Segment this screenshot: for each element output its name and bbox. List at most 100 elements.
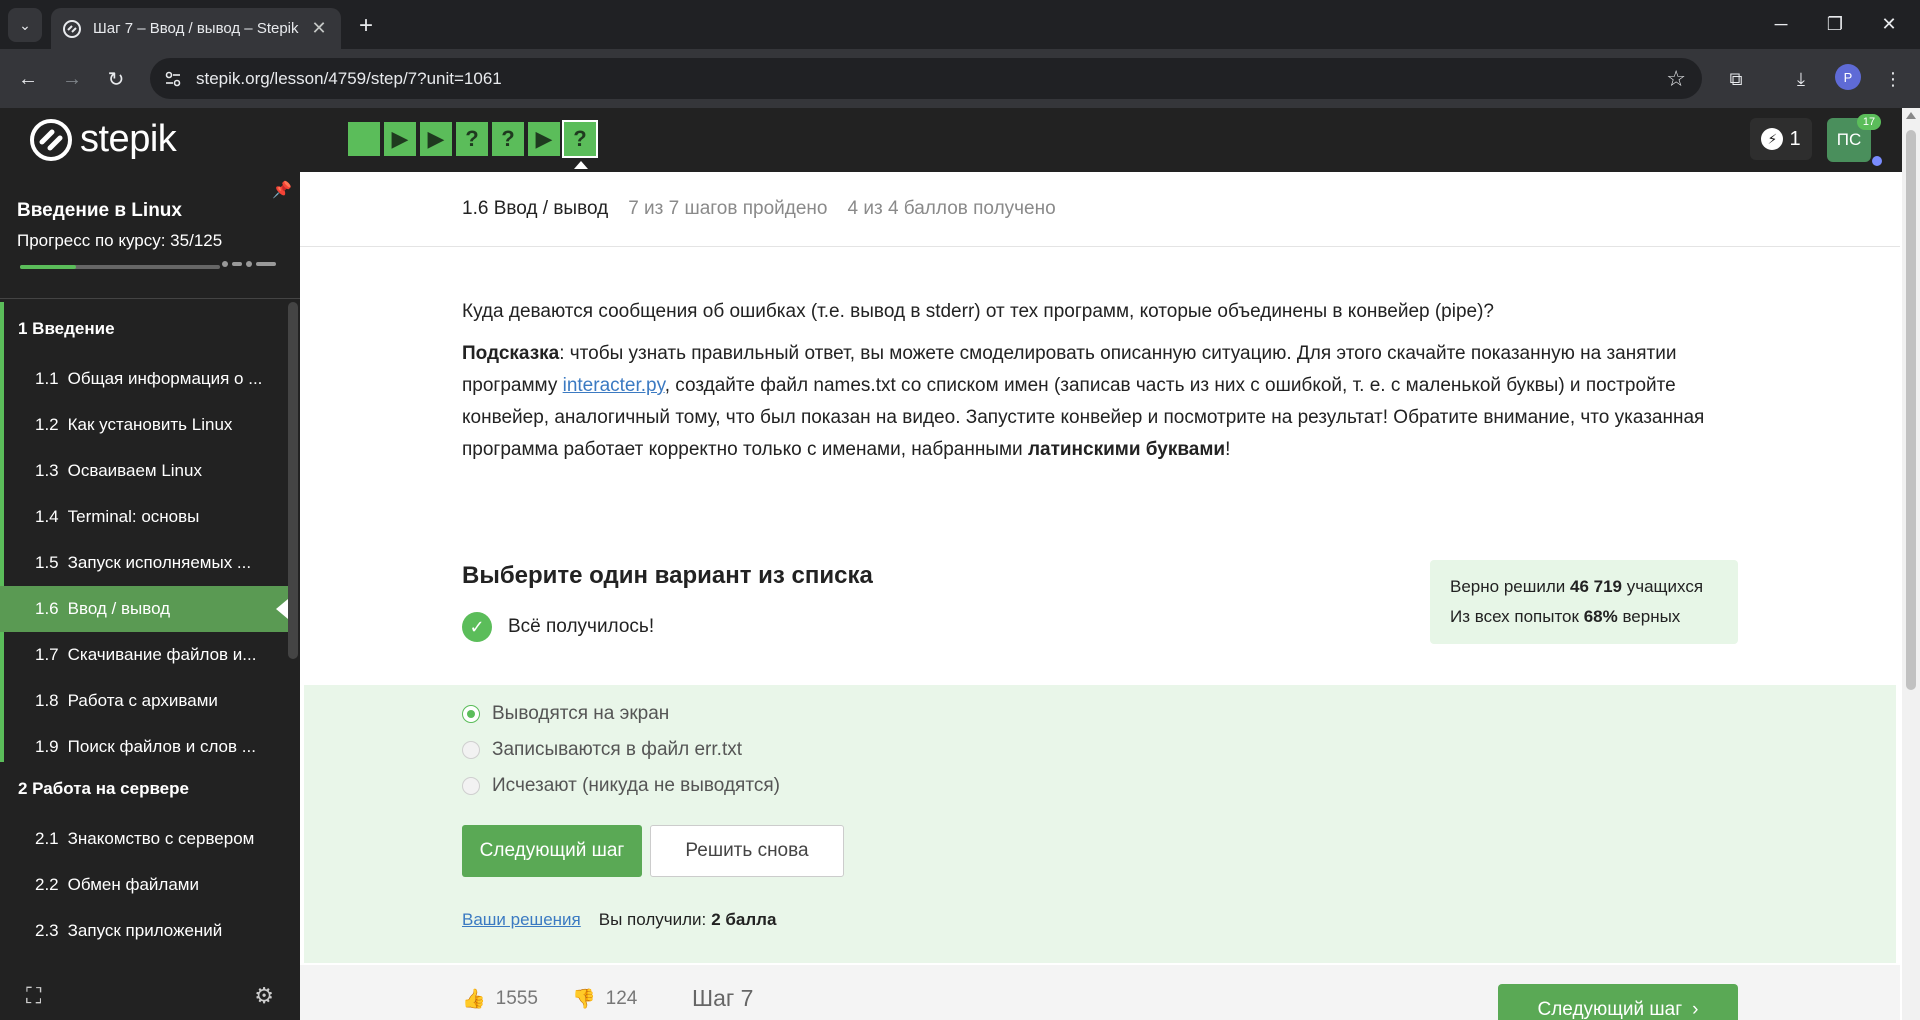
quiz-option[interactable]: Записываются в файл err.txt [462, 739, 742, 761]
dislikes-count: 124 [605, 988, 638, 1009]
retry-button[interactable]: Решить снова [650, 825, 844, 877]
hint-paragraph: Подсказка: чтобы узнать правильный ответ… [462, 338, 1752, 466]
pin-icon[interactable]: 📌 [272, 180, 292, 200]
download-icon[interactable]: ⤓ [1785, 63, 1817, 95]
course-title[interactable]: Введение в Linux [17, 200, 182, 222]
quiz-option[interactable]: Выводятся на экран [462, 703, 669, 725]
sidebar-lesson-item[interactable]: 1.7 Скачивание файлов и... [0, 632, 288, 678]
lesson-header: 1.6 Ввод / вывод 7 из 7 шагов пройдено 4… [300, 172, 1900, 247]
sidebar-footer: ⛶ ⚙ [0, 972, 300, 1020]
restore-button[interactable]: ❐ [1808, 0, 1862, 49]
energy-value: 1 [1789, 127, 1801, 150]
step-quiz-button[interactable]: ? [492, 122, 524, 156]
lesson-number: 2.1 [35, 829, 59, 848]
sidebar-lesson-item[interactable]: 1.2 Как установить Linux [0, 402, 288, 448]
solutions-row: Ваши решения Вы получили: 2 балла [462, 910, 776, 930]
thumbs-up-icon[interactable]: 👍 [462, 987, 486, 1011]
browser-menu-icon[interactable]: ⋮ [1877, 63, 1909, 95]
step-footer: 👍 1555 👎 124 Шаг 7 Следующий шаг › [300, 965, 1900, 1020]
address-bar[interactable]: stepik.org/lesson/4759/step/7?unit=1061 … [150, 58, 1702, 99]
lesson-title: Скачивание файлов и... [67, 645, 257, 664]
radio-button[interactable] [462, 705, 480, 723]
step-video-button[interactable]: ▶ [528, 122, 560, 156]
close-window-button[interactable]: ✕ [1862, 0, 1916, 49]
sidebar-lesson-item[interactable]: 1.8 Работа с архивами [0, 678, 288, 724]
step-video-button[interactable] [348, 122, 380, 156]
answer-block: Выводятся на экран Записываются в файл er… [304, 685, 1896, 963]
module-title[interactable]: 2 Работа на сервере [0, 762, 288, 816]
step-video-button[interactable]: ▶ [384, 122, 416, 156]
step-label: Шаг 7 [692, 985, 754, 1011]
extensions-icon[interactable]: ⧉ [1720, 63, 1752, 95]
quiz-option[interactable]: Исчезают (никуда не выводятся) [462, 775, 780, 797]
scroll-up-icon[interactable] [1906, 112, 1916, 119]
score-value: 2 балла [711, 910, 777, 929]
lesson-number: 1.8 [35, 691, 59, 710]
thumbs-down-icon[interactable]: 👎 [572, 987, 596, 1011]
sidebar-divider [0, 298, 300, 299]
step-quiz-button[interactable]: ? [562, 120, 598, 169]
lesson-number: 1.6 [35, 599, 59, 618]
module-title[interactable]: 1 Введение [0, 302, 288, 356]
lesson-number: 1.4 [35, 507, 59, 526]
your-solutions-link[interactable]: Ваши решения [462, 910, 581, 930]
lesson-title: Terminal: основы [67, 507, 200, 526]
lesson-number: 2.3 [35, 921, 59, 940]
sidebar-lesson-item[interactable]: 2.3 Запуск приложений [0, 908, 288, 954]
footer-next-step-button[interactable]: Следующий шаг › [1498, 984, 1738, 1020]
sidebar-lesson-item[interactable]: 1.5 Запуск исполняемых ... [0, 540, 288, 586]
next-step-button[interactable]: Следующий шаг [462, 825, 642, 877]
progress-bar-tail [222, 261, 276, 267]
hint-label: Подсказка [462, 343, 560, 364]
profile-avatar[interactable]: P [1835, 64, 1861, 90]
energy-counter[interactable]: ⚡ 1 [1750, 118, 1812, 160]
radio-button[interactable] [462, 777, 480, 795]
lesson-name: 1.6 Ввод / вывод [462, 198, 609, 219]
sidebar-lesson-item[interactable]: 1.6 Ввод / вывод [0, 586, 288, 632]
lesson-number: 1.5 [35, 553, 59, 572]
sidebar-lesson-item[interactable]: 1.1 Общая информация о ... [0, 356, 288, 402]
accuracy-line: Из всех попыток 68% верных [1450, 607, 1681, 626]
reload-button[interactable]: ↻ [100, 63, 132, 95]
lesson-number: 1.9 [35, 737, 59, 756]
chevron-right-icon: › [1692, 999, 1699, 1020]
page-scrollbar-thumb[interactable] [1906, 130, 1916, 690]
new-tab-button[interactable]: + [350, 10, 382, 42]
sidebar-lesson-item[interactable]: 2.1 Знакомство с сервером [0, 816, 288, 862]
course-progress-text: Прогресс по курсу: 35/125 [17, 231, 223, 250]
forward-button[interactable]: → [56, 63, 88, 95]
tab-title: Шаг 7 – Ввод / вывод – Stepik [93, 20, 299, 37]
fullscreen-icon[interactable]: ⛶ [26, 983, 41, 1009]
tab-search-button[interactable]: ⌄ [8, 8, 42, 42]
module-1: 1 Введение 1.1 Общая информация о ... 1.2 К… [0, 302, 288, 770]
site-info-icon[interactable] [164, 70, 182, 88]
sidebar-lesson-item[interactable]: 2.2 Обмен файлами [0, 862, 288, 908]
notification-badge[interactable]: 17 [1857, 114, 1881, 130]
stepik-favicon-icon [63, 19, 81, 38]
back-button[interactable]: ← [12, 63, 44, 95]
lesson-title: Запуск исполняемых ... [67, 553, 252, 572]
close-tab-icon[interactable]: ✕ [309, 18, 329, 39]
sidebar-scrollbar[interactable] [288, 302, 298, 659]
sidebar-lesson-item[interactable]: 1.4 Terminal: основы [0, 494, 288, 540]
lesson-title: Работа с архивами [67, 691, 218, 710]
gear-icon[interactable]: ⚙ [254, 983, 274, 1009]
interacter-link[interactable]: interacter.py [563, 375, 665, 396]
option-label: Исчезают (никуда не выводятся) [492, 775, 780, 796]
quiz-stats: Верно решили 46 719 учащихся Из всех поп… [1430, 560, 1738, 644]
stepik-logo[interactable]: stepik [30, 118, 177, 161]
step-video-button[interactable]: ▶ [420, 122, 452, 156]
page-scrollbar[interactable] [1902, 108, 1920, 1020]
browser-tab-active[interactable]: Шаг 7 – Ввод / вывод – Stepik ✕ [51, 8, 341, 49]
lesson-title: Обмен файлами [67, 875, 199, 894]
step-quiz-button[interactable]: ? [456, 122, 488, 156]
module-2: 2 Работа на сервере 2.1 Знакомство с серв… [0, 762, 288, 954]
lesson-title: Осваиваем Linux [67, 461, 202, 480]
minimize-button[interactable]: ─ [1754, 0, 1808, 49]
sidebar-lesson-item[interactable]: 1.3 Осваиваем Linux [0, 448, 288, 494]
bookmark-star-icon[interactable]: ☆ [1666, 66, 1686, 92]
hint-end: ! [1225, 439, 1231, 460]
radio-button[interactable] [462, 741, 480, 759]
lesson-title: Поиск файлов и слов ... [67, 737, 256, 756]
hint-bold: латинскими буквами [1027, 439, 1226, 460]
